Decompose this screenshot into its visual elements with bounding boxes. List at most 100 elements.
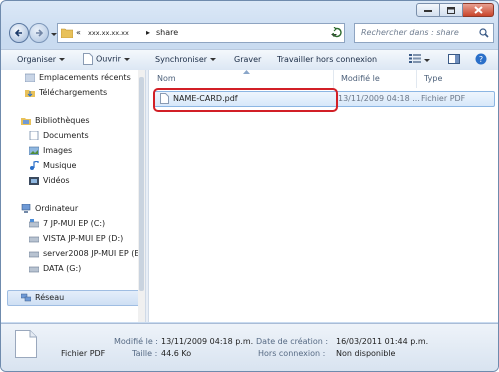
recent-places-icon: [25, 73, 35, 82]
forward-button[interactable]: [29, 23, 49, 43]
history-dropdown[interactable]: [48, 30, 57, 39]
address-path-root[interactable]: xxx.xx.xx.xx: [88, 29, 129, 37]
nav-label[interactable]: Emplacements récents: [39, 73, 131, 82]
file-list: Nom Modifié le Type NAME-CARD.pdf 13/11/…: [149, 70, 498, 322]
sync-label[interactable]: Synchroniser: [155, 55, 207, 64]
close-button[interactable]: [463, 3, 494, 17]
preview-pane-icon: [448, 54, 460, 64]
network-icon: [21, 293, 31, 302]
details-created-value: 16/03/2011 01:44 p.m.: [336, 337, 429, 346]
caption-buttons: [416, 3, 494, 17]
images-icon: [29, 146, 39, 155]
search-placeholder[interactable]: Rechercher dans : share: [361, 28, 459, 37]
help-button[interactable]: ?: [475, 53, 487, 67]
organize-label[interactable]: Organiser: [17, 55, 56, 64]
navigation-pane: Emplacements récents Téléchargements Bib…: [1, 70, 145, 322]
view-button[interactable]: [409, 54, 430, 65]
documents-icon: [29, 131, 39, 140]
arrow-left-icon: [14, 29, 22, 37]
details-type: Fichier PDF: [61, 349, 106, 358]
open-label[interactable]: Ouvrir: [96, 55, 121, 64]
nav-label[interactable]: DATA (G:): [43, 264, 81, 273]
nav-label[interactable]: Vidéos: [43, 176, 70, 185]
help-icon: ?: [475, 53, 487, 65]
folder-icon: [61, 28, 73, 38]
details-offline-label: Hors connexion :: [258, 349, 326, 358]
back-button[interactable]: [9, 23, 29, 43]
nav-item-videos[interactable]: Vidéos: [29, 176, 70, 185]
sync-menu[interactable]: Synchroniser: [155, 55, 217, 64]
address-separator[interactable]: ▸: [146, 28, 150, 37]
nav-label[interactable]: Ordinateur: [35, 204, 78, 213]
details-size-label: Taille :: [132, 349, 158, 358]
nav-label[interactable]: Bibliothèques: [35, 116, 90, 125]
nav-label[interactable]: Téléchargements: [39, 88, 107, 97]
svg-text:?: ?: [479, 55, 483, 64]
details-pane: Fichier PDF Modifié le : 13/11/2009 04:1…: [1, 323, 498, 371]
nav-item-network[interactable]: Réseau: [21, 293, 64, 302]
drive-icon: [29, 236, 39, 243]
nav-item-drive-d[interactable]: VISTA JP-MUI EP (D:): [29, 234, 123, 243]
refresh-icon[interactable]: [331, 27, 342, 38]
explorer-window: « xxx.xx.xx.xx ▸ share Rechercher dans :…: [0, 0, 499, 372]
chevron-down-icon: [210, 58, 217, 61]
column-label[interactable]: Type: [424, 74, 442, 83]
libraries-icon: [21, 118, 31, 125]
view-list-icon: [409, 54, 421, 63]
column-label[interactable]: Nom: [157, 74, 176, 83]
maximize-icon: [447, 6, 455, 14]
chevron-down-icon: [123, 57, 130, 61]
column-header-modified[interactable]: Modifié le: [333, 70, 417, 88]
chevron-down-icon: [424, 59, 430, 62]
highlight-annotation: [153, 88, 338, 112]
burn-button[interactable]: Graver: [234, 55, 261, 64]
minimize-button[interactable]: [416, 3, 440, 17]
address-bar[interactable]: « xxx.xx.xx.xx ▸ share: [57, 23, 345, 43]
column-label[interactable]: Modifié le: [341, 74, 380, 83]
nav-item-recent-places[interactable]: Emplacements récents: [25, 73, 131, 82]
nav-item-drive-g[interactable]: DATA (G:): [29, 264, 81, 273]
preview-pane-button[interactable]: [448, 54, 460, 66]
details-modified-label: Modifié le :: [114, 337, 158, 346]
details-created-label: Date de création :: [256, 337, 329, 346]
nav-item-music[interactable]: Musique: [29, 161, 76, 170]
details-size-value: 44.6 Ko: [161, 349, 192, 358]
offline-button[interactable]: Travailler hors connexion: [277, 55, 377, 64]
close-icon: [473, 6, 483, 14]
nav-scrollbar-thumb[interactable]: [139, 77, 144, 291]
maximize-button[interactable]: [440, 3, 463, 17]
nav-label[interactable]: Documents: [43, 131, 89, 140]
pdf-file-icon: [83, 53, 93, 65]
nav-item-downloads[interactable]: Téléchargements: [25, 88, 107, 97]
nav-label[interactable]: 7 JP-MUI EP (C:): [43, 219, 105, 228]
address-current[interactable]: share: [156, 28, 178, 37]
address-chevron[interactable]: «: [76, 28, 81, 37]
nav-item-images[interactable]: Images: [29, 146, 72, 155]
nav-label[interactable]: VISTA JP-MUI EP (D:): [43, 234, 123, 243]
videos-icon: [29, 177, 39, 185]
nav-item-documents[interactable]: Documents: [29, 131, 89, 140]
search-box[interactable]: Rechercher dans : share: [354, 23, 494, 43]
search-icon[interactable]: [479, 28, 489, 38]
drive-icon: [29, 219, 39, 228]
open-button[interactable]: Ouvrir: [83, 53, 130, 65]
nav-item-drive-c[interactable]: 7 JP-MUI EP (C:): [29, 219, 105, 228]
music-icon: [30, 161, 39, 170]
nav-label[interactable]: Musique: [43, 161, 76, 170]
nav-item-drive-e[interactable]: server2008 JP-MUI EP (E:): [29, 249, 145, 258]
nav-label[interactable]: server2008 JP-MUI EP (E:): [43, 249, 145, 258]
drive-icon: [29, 251, 39, 258]
nav-item-libraries[interactable]: Bibliothèques: [21, 116, 90, 125]
organize-menu[interactable]: Organiser: [17, 55, 66, 64]
nav-label[interactable]: Images: [43, 146, 72, 155]
nav-item-computer[interactable]: Ordinateur: [21, 204, 78, 213]
address-row: « xxx.xx.xx.xx ▸ share Rechercher dans :…: [1, 19, 498, 45]
downloads-folder-icon: [25, 90, 35, 97]
file-type: Fichier PDF: [421, 94, 466, 103]
column-header-type[interactable]: Type: [416, 70, 498, 88]
nav-label[interactable]: Réseau: [35, 293, 64, 302]
column-header-name[interactable]: Nom: [149, 70, 334, 88]
arrow-right-icon: [36, 29, 44, 37]
pdf-file-icon: [15, 330, 37, 358]
details-offline-value: Non disponible: [336, 349, 396, 358]
